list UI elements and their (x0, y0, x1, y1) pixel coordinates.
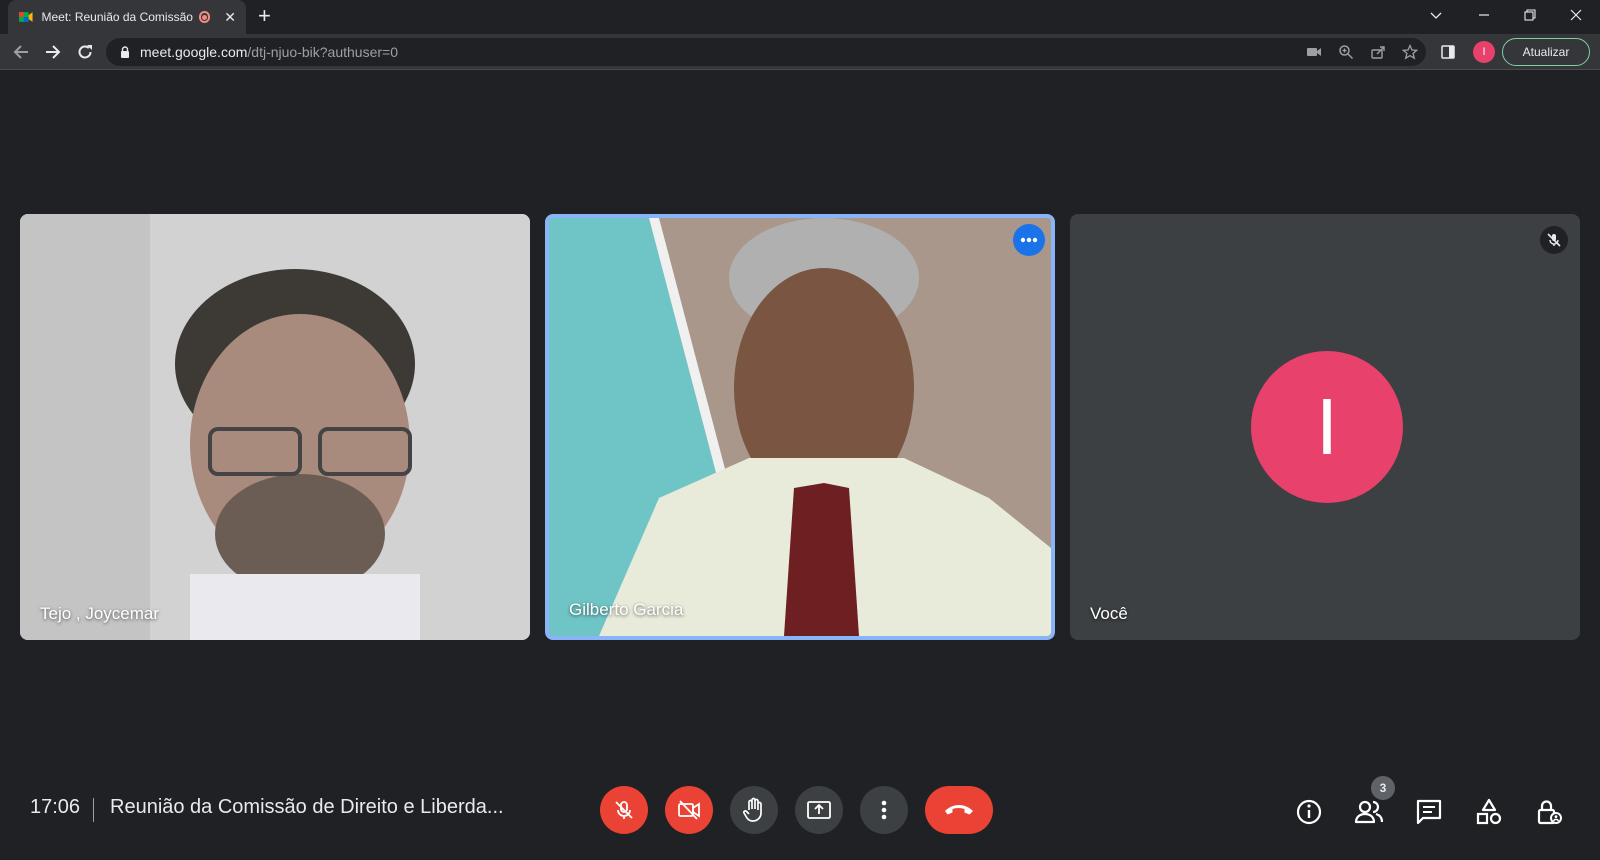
more-options-button[interactable] (1013, 224, 1045, 256)
tab-close-icon[interactable]: ✕ (224, 9, 236, 26)
info-icon (1296, 799, 1322, 825)
hand-icon (743, 797, 762, 822)
share-icon[interactable] (1370, 38, 1386, 66)
divider (93, 798, 94, 822)
minimize-icon[interactable] (1478, 0, 1490, 30)
meeting-details-button[interactable] (1293, 796, 1325, 828)
people-icon (1354, 800, 1384, 824)
lock-person-icon (1537, 800, 1562, 825)
participant-name-2: Gilberto Garcia (569, 600, 684, 619)
participant-video-1 (20, 214, 530, 640)
url-path: /dtj-njuo-bik?authuser=0 (247, 44, 399, 60)
participant-name-1: Tejo , Joycemar (40, 604, 160, 623)
camera-in-use-icon[interactable] (1306, 38, 1322, 66)
present-screen-button[interactable] (795, 786, 843, 834)
side-panel-icon[interactable] (1440, 38, 1456, 66)
meeting-title: Reunião da Comissão de Direito e Liberda… (110, 796, 504, 818)
tab-search-icon[interactable] (1430, 0, 1442, 30)
more-options-button[interactable] (860, 786, 908, 834)
microphone-toggle-button[interactable] (600, 786, 648, 834)
bookmark-star-icon[interactable] (1402, 38, 1418, 66)
back-icon[interactable] (12, 34, 30, 70)
browser-toolbar: meet.google.com/dtj-njuo-bik?authuser=0 (0, 34, 1600, 70)
more-vertical-icon (881, 800, 887, 820)
participant-name-self: Você (1090, 604, 1128, 623)
tab-meet[interactable]: Meet: Reunião da Comissão ✕ (8, 0, 246, 34)
address-bar[interactable]: meet.google.com/dtj-njuo-bik?authuser=0 (106, 38, 1426, 66)
video-off-icon (678, 800, 700, 820)
more-horizontal-icon (1020, 237, 1038, 243)
reload-icon[interactable] (76, 34, 94, 70)
update-button[interactable]: Atualizar (1502, 38, 1590, 66)
meeting-clock: 17:06 (30, 796, 81, 818)
mic-off-icon (1547, 233, 1561, 247)
google-meet-icon (18, 12, 33, 22)
present-icon (807, 801, 831, 819)
restore-icon[interactable] (1524, 0, 1536, 30)
camera-toggle-button[interactable] (665, 786, 713, 834)
lock-icon (121, 46, 129, 58)
avatar: I (1251, 351, 1403, 503)
host-controls-button[interactable] (1533, 796, 1565, 828)
participant-video-2 (549, 218, 1051, 636)
url-host: meet.google.com (140, 44, 248, 60)
participant-tile-self[interactable]: I Você (1070, 214, 1580, 640)
recording-indicator-icon (198, 11, 211, 23)
end-call-icon (945, 805, 973, 815)
people-count-badge: 3 (1371, 776, 1395, 800)
profile-avatar[interactable]: I (1473, 41, 1495, 63)
participant-tile-1[interactable]: Tejo , Joycemar (20, 214, 530, 640)
chat-icon (1416, 799, 1442, 825)
participant-tile-2-active-speaker[interactable]: Gilberto Garcia (545, 214, 1055, 640)
activities-button[interactable] (1473, 796, 1505, 828)
tab-strip: Meet: Reunião da Comissão ✕ + (0, 0, 1600, 34)
raise-hand-button[interactable] (730, 786, 778, 834)
new-tab-button[interactable]: + (258, 5, 271, 27)
leave-call-button[interactable] (925, 786, 993, 834)
window-close-icon[interactable] (1570, 0, 1582, 30)
zoom-icon[interactable] (1338, 38, 1354, 66)
people-button[interactable] (1353, 796, 1385, 828)
tab-title: Meet: Reunião da Comissão (41, 10, 193, 24)
chat-button[interactable] (1413, 796, 1445, 828)
shapes-icon (1476, 798, 1502, 825)
muted-mic-badge (1540, 226, 1568, 254)
forward-icon[interactable] (44, 34, 62, 70)
mic-off-icon (615, 801, 633, 819)
